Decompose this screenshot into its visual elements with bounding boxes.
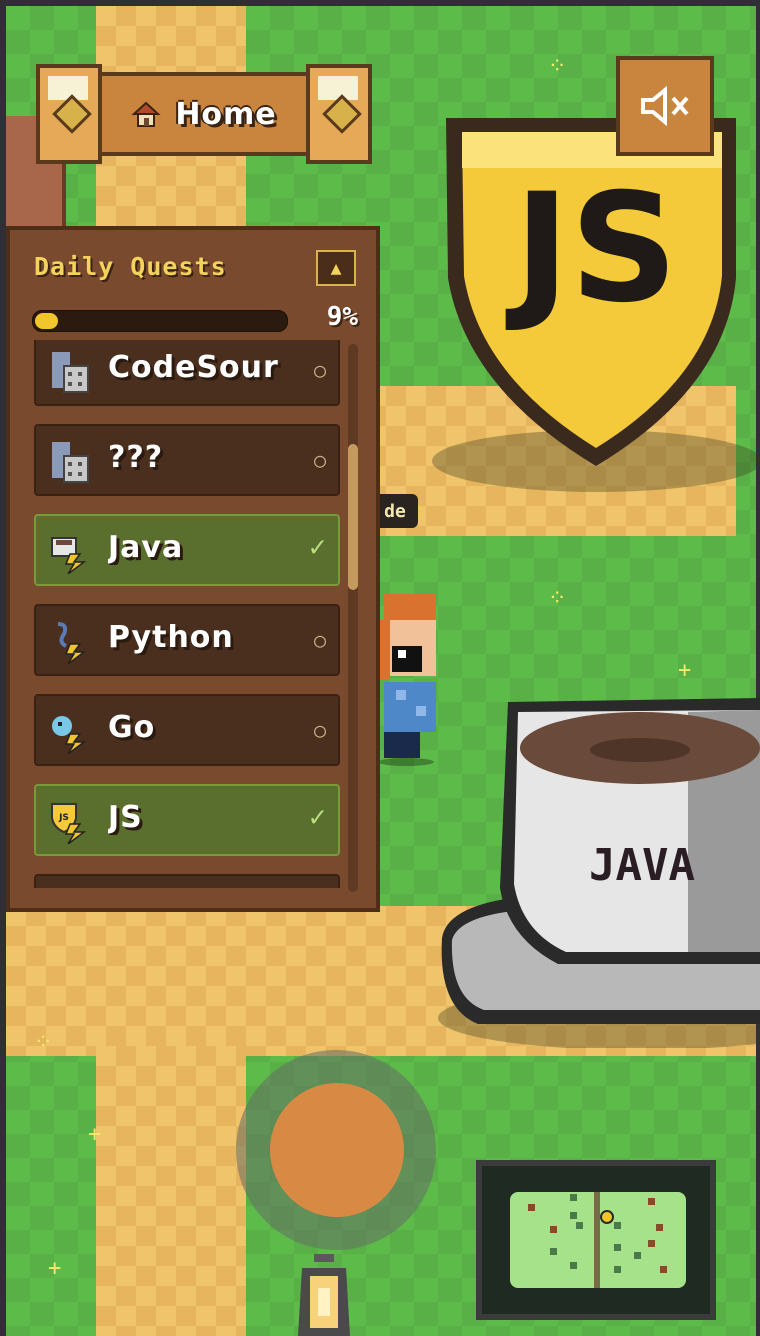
sparkle-icon: + — [678, 658, 692, 683]
scroll-cap-left — [36, 64, 102, 164]
quest-item[interactable]: CodeSour ○ — [34, 340, 340, 406]
scroll-cap-right — [306, 64, 372, 164]
quest-label: CodeSour — [108, 350, 279, 385]
incomplete-circle-icon: ○ — [313, 718, 326, 742]
quest-list-scrollbar[interactable] — [348, 344, 358, 892]
sparkle-icon: + — [88, 1122, 102, 1147]
go-gopher-bolt-icon — [50, 710, 90, 755]
python-snake-bolt-icon — [50, 620, 90, 665]
home-label: Home — [175, 96, 277, 132]
home-banner-button[interactable]: Home — [36, 64, 372, 164]
quest-item[interactable]: ??? ○ — [34, 424, 340, 496]
building-icon — [50, 440, 90, 484]
quest-progress-text: 9% — [326, 302, 358, 332]
quest-list-scroll-thumb[interactable] — [348, 444, 358, 590]
daily-quests-panel: Daily Quests ▲ 9% CodeSour ○??? ○ Java ✓ Pyth… — [6, 226, 380, 912]
minimap-field — [510, 1192, 686, 1288]
quest-progress-bar — [32, 310, 288, 332]
mute-button[interactable] — [616, 56, 714, 156]
minimap-object — [570, 1194, 577, 1201]
js-shield-bolt-icon: JS — [50, 800, 90, 845]
quest-item[interactable]: Python ○ — [34, 604, 340, 676]
collapse-quests-button[interactable]: ▲ — [316, 250, 356, 286]
player-character — [376, 594, 436, 766]
sparkle-icon: ⁘ — [548, 586, 567, 611]
quest-label: Go — [108, 710, 156, 745]
minimap-object — [570, 1262, 577, 1269]
incomplete-circle-icon: ○ — [313, 448, 326, 472]
sparkle-icon: + — [48, 1256, 62, 1281]
minimap-object — [614, 1266, 621, 1273]
svg-text:JS: JS — [58, 813, 69, 823]
quest-label: ??? — [108, 440, 164, 475]
minimap-object — [634, 1252, 641, 1259]
quest-progress-fill — [35, 313, 58, 329]
minimap-object — [656, 1224, 663, 1231]
quest-item[interactable]: Java ✓ — [34, 514, 340, 586]
minimap-object — [528, 1204, 535, 1211]
java-cup-text: JAVA — [589, 840, 695, 891]
quest-label: Java — [108, 530, 184, 565]
minimap-object — [660, 1266, 667, 1273]
minimap-object — [570, 1212, 577, 1219]
quest-list[interactable]: CodeSour ○??? ○ Java ✓ Python ○ Go ○ JS JS ✓ — [30, 340, 342, 888]
daily-quests-title: Daily Quests — [34, 252, 227, 281]
house-icon — [131, 101, 161, 127]
quest-label: JS — [108, 800, 143, 835]
quest-label: Python — [108, 620, 234, 655]
home-label-plate: Home — [98, 72, 310, 156]
building-icon — [50, 350, 90, 394]
java-cup-bolt-icon — [50, 530, 90, 575]
java-cup-landmark: JAVA — [438, 698, 760, 1048]
dirt-path-vertical-bottom — [96, 1046, 246, 1336]
lantern-icon — [298, 1254, 350, 1336]
minimap-object — [614, 1244, 621, 1251]
minimap-road — [594, 1192, 600, 1288]
completed-check-icon: ✓ — [309, 530, 326, 563]
sparkle-icon: ⁘ — [548, 54, 567, 79]
joystick-knob[interactable] — [270, 1083, 404, 1217]
completed-check-icon: ✓ — [309, 800, 326, 833]
speaker-muted-icon — [641, 85, 689, 127]
quest-item[interactable] — [34, 874, 340, 888]
incomplete-circle-icon: ○ — [313, 628, 326, 652]
minimap-player-marker — [600, 1210, 614, 1224]
minimap-object — [648, 1240, 655, 1247]
incomplete-circle-icon: ○ — [313, 358, 326, 382]
signpost-text: de — [384, 500, 406, 522]
minimap-object — [550, 1248, 557, 1255]
minimap-object — [550, 1226, 557, 1233]
minimap[interactable] — [476, 1160, 716, 1320]
minimap-object — [648, 1198, 655, 1205]
js-shield-text: JS — [505, 162, 678, 336]
minimap-object — [614, 1222, 621, 1229]
quest-item[interactable]: Go ○ — [34, 694, 340, 766]
minimap-object — [576, 1222, 583, 1229]
quest-item[interactable]: JS JS ✓ — [34, 784, 340, 856]
sparkle-icon: ⁘ — [34, 1030, 53, 1055]
